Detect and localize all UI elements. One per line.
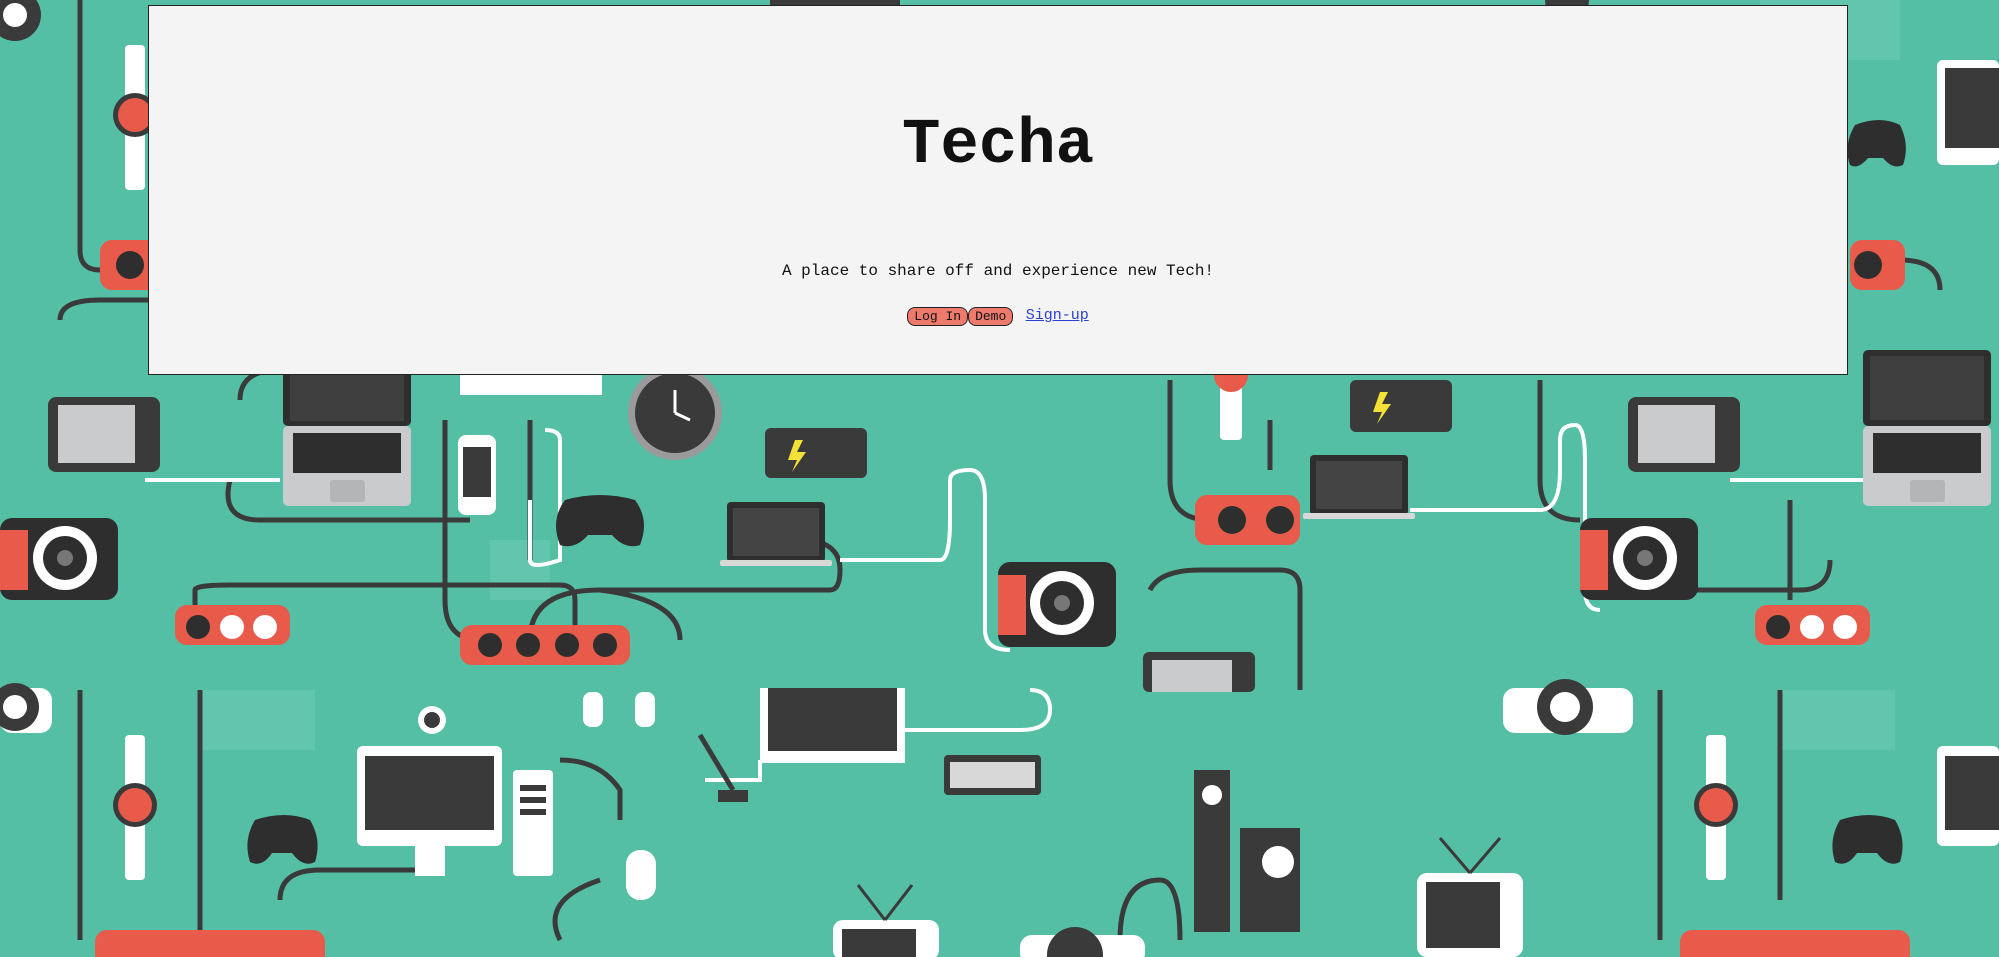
app-title: Techa (901, 110, 1095, 182)
login-button[interactable]: Log In (907, 306, 969, 326)
demo-button[interactable]: Demo (968, 306, 1014, 326)
app-tagline: A place to share off and experience new … (781, 262, 1215, 280)
hero-panel: Techa A place to share off and experienc… (148, 5, 1848, 375)
auth-actions: Log In Demo Sign-up (149, 306, 1847, 327)
signup-link[interactable]: Sign-up (1026, 307, 1089, 324)
